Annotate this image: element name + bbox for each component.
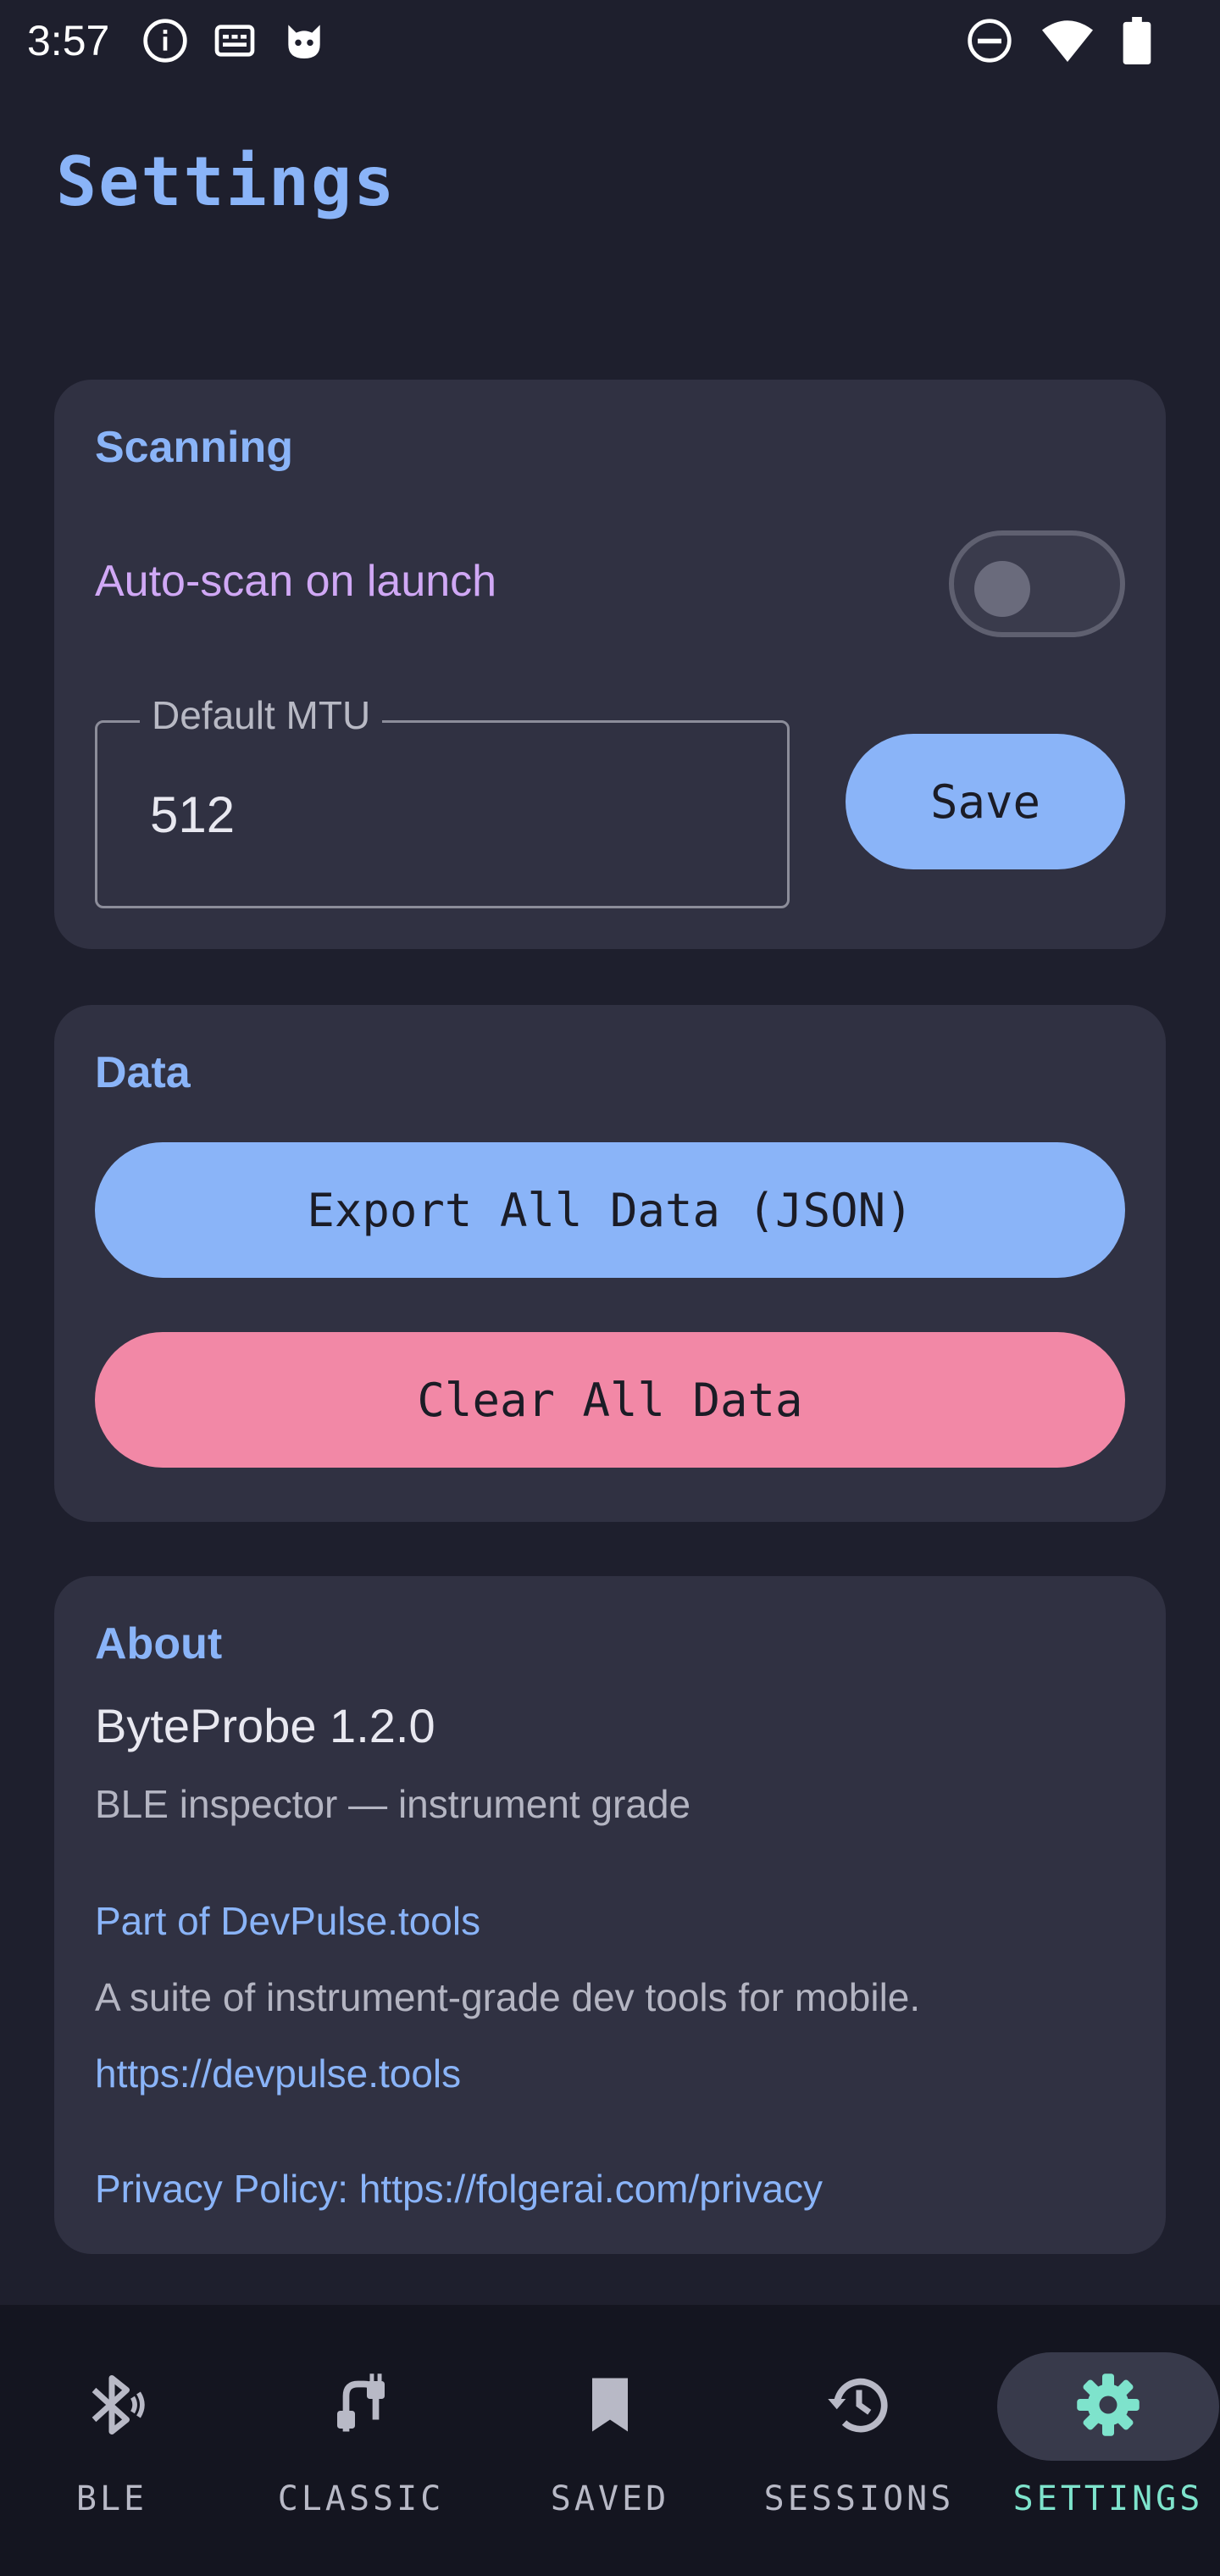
nav-item-saved[interactable]: SAVED	[500, 2352, 720, 2539]
scanning-section-title: Scanning	[95, 423, 294, 472]
status-time: 3:57	[27, 17, 110, 64]
nav-item-classic[interactable]: CLASSIC	[251, 2352, 471, 2539]
info-icon	[141, 17, 189, 64]
devpulse-link[interactable]: Part of DevPulse.tools	[95, 1898, 480, 1944]
cable-icon	[325, 2369, 396, 2445]
data-section-title: Data	[95, 1048, 191, 1097]
cat-face-icon	[280, 17, 328, 64]
about-card: About ByteProbe 1.2.0 BLE inspector — in…	[54, 1576, 1166, 2254]
privacy-policy-link[interactable]: Privacy Policy: https://folgerai.com/pri…	[95, 2166, 823, 2212]
status-icons-right	[966, 17, 1152, 64]
nav-item-ble[interactable]: BLE	[2, 2352, 222, 2539]
export-all-data-button[interactable]: Export All Data (JSON)	[95, 1142, 1125, 1278]
default-mtu-value[interactable]: 512	[150, 786, 235, 844]
nav-label-saved: SAVED	[550, 2479, 670, 2518]
nav-label-classic: CLASSIC	[277, 2479, 445, 2518]
about-section-title: About	[95, 1619, 223, 1668]
bookmark-icon	[574, 2369, 646, 2445]
battery-icon	[1122, 17, 1152, 64]
bluetooth-icon	[76, 2369, 147, 2445]
history-icon	[824, 2369, 895, 2445]
status-bar: 3:57	[0, 0, 1220, 81]
do-not-disturb-icon	[966, 17, 1013, 64]
auto-scan-toggle[interactable]	[949, 530, 1125, 637]
keyboard-icon	[211, 17, 258, 64]
page-title: Settings	[56, 142, 396, 221]
default-mtu-field[interactable]: Default MTU 512	[95, 692, 790, 908]
nav-label-settings: SETTINGS	[1012, 2479, 1204, 2518]
suite-description: A suite of instrument-grade dev tools fo…	[95, 1975, 921, 2019]
scanning-card: Scanning Auto-scan on launch Default MTU…	[54, 380, 1166, 949]
save-button[interactable]: Save	[846, 734, 1125, 869]
toggle-knob	[974, 561, 1030, 617]
wifi-icon	[1042, 17, 1093, 64]
devpulse-url-link[interactable]: https://devpulse.tools	[95, 2051, 461, 2096]
nav-item-sessions[interactable]: SESSIONS	[749, 2352, 969, 2539]
clear-all-data-button[interactable]: Clear All Data	[95, 1332, 1125, 1468]
nav-item-settings[interactable]: SETTINGS	[997, 2352, 1219, 2539]
nav-label-ble: BLE	[75, 2479, 148, 2518]
nav-label-sessions: SESSIONS	[763, 2479, 955, 2518]
auto-scan-label: Auto-scan on launch	[95, 557, 497, 606]
app-tagline: BLE inspector — instrument grade	[95, 1782, 691, 1826]
default-mtu-label: Default MTU	[140, 692, 383, 738]
data-card: Data Export All Data (JSON) Clear All Da…	[54, 1005, 1166, 1522]
app-version: ByteProbe 1.2.0	[95, 1699, 435, 1752]
status-icons-left	[141, 17, 328, 64]
gear-icon	[1073, 2369, 1144, 2445]
bottom-navigation: BLE CLASSIC SAVED SESSIONS SETTINGS	[0, 2305, 1220, 2576]
